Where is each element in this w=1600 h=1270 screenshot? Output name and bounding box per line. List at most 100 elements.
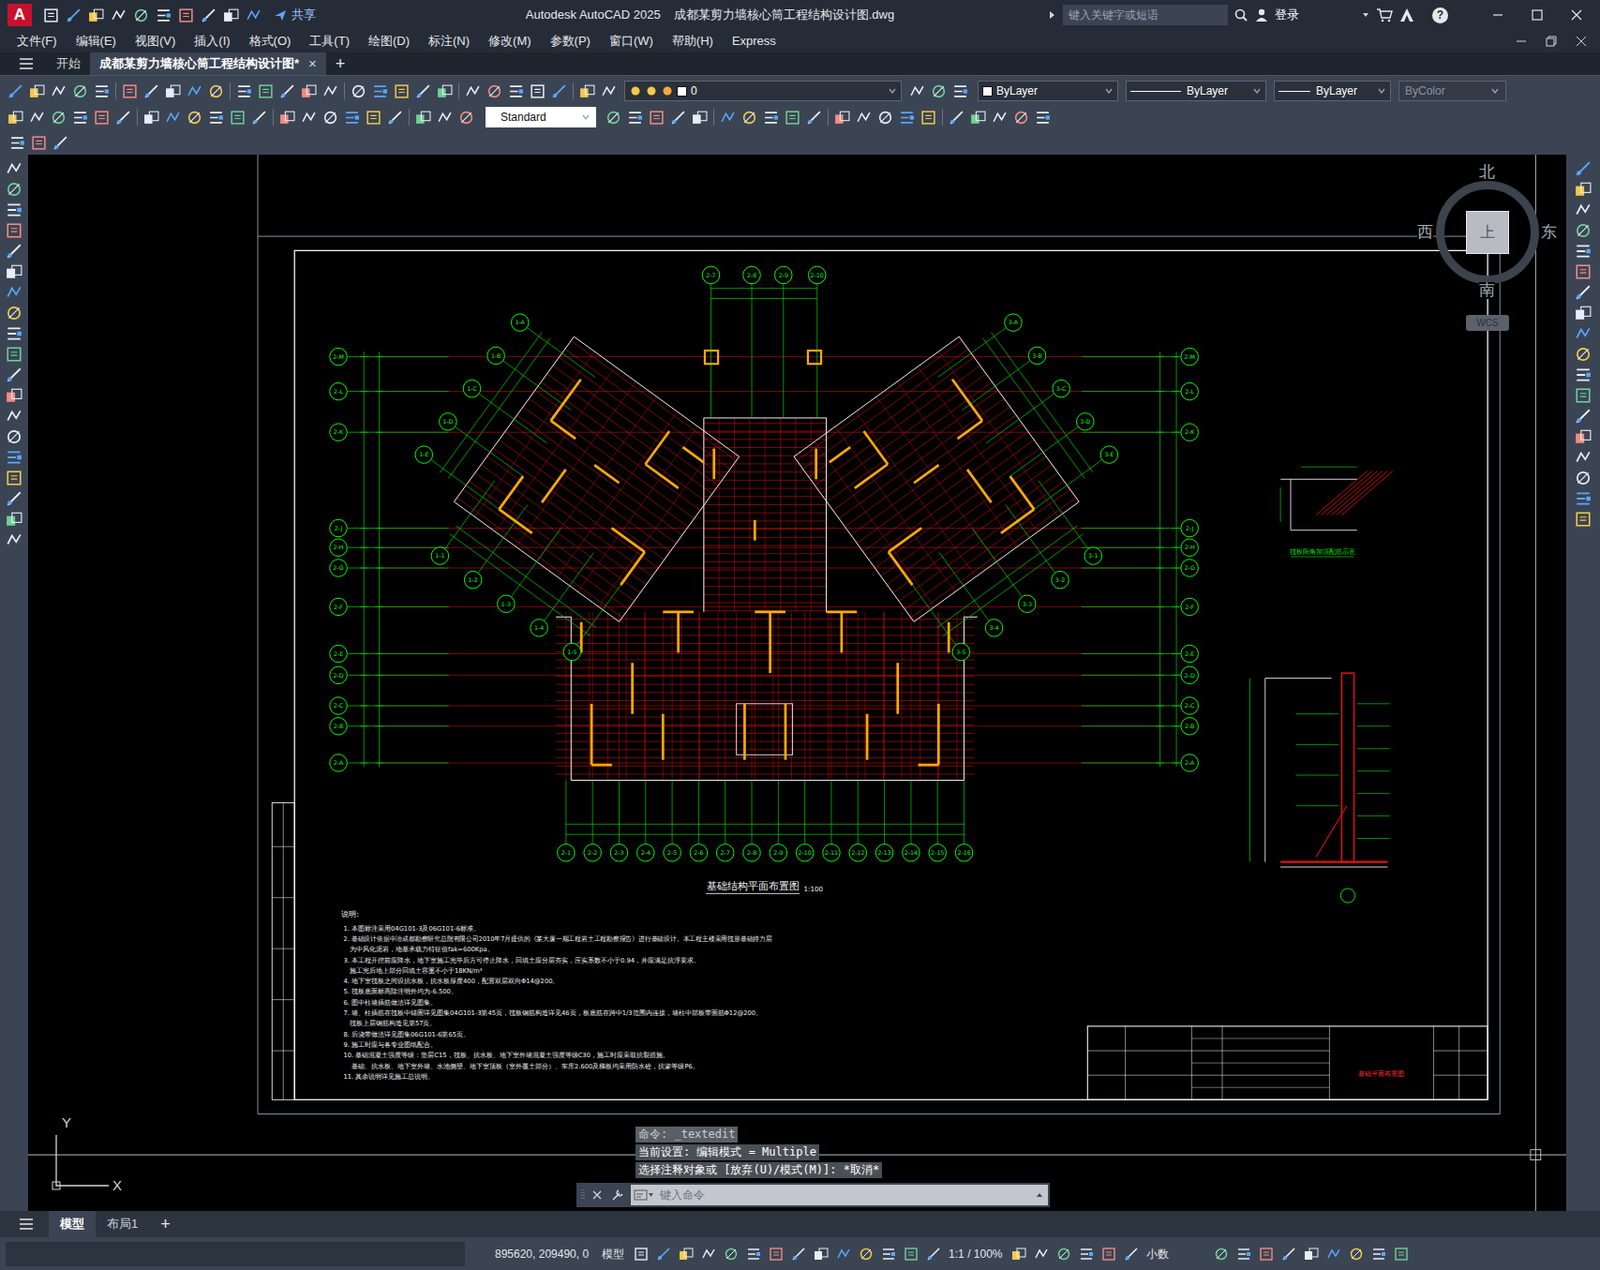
help-button[interactable]: ? xyxy=(1432,7,1449,24)
axis-bubble[interactable] xyxy=(689,844,708,863)
tool-icon[interactable] xyxy=(784,109,801,126)
tool-icon[interactable] xyxy=(741,109,758,126)
tool-icon[interactable] xyxy=(350,83,367,100)
tool-icon[interactable] xyxy=(648,109,665,126)
tool-icon[interactable] xyxy=(415,109,432,126)
tool-icon[interactable] xyxy=(143,83,160,100)
tool-icon[interactable] xyxy=(746,1246,762,1262)
axis-bubble[interactable] xyxy=(1076,413,1095,432)
tool-icon[interactable] xyxy=(1574,366,1592,384)
user-icon[interactable] xyxy=(1254,7,1270,23)
tool-icon[interactable] xyxy=(93,83,110,100)
chevron-icon[interactable] xyxy=(581,112,591,122)
tool-icon[interactable] xyxy=(926,1246,942,1262)
axis-bubble[interactable] xyxy=(563,642,582,661)
tool-icon[interactable] xyxy=(1574,448,1592,466)
close-command-icon[interactable] xyxy=(591,1189,603,1201)
history-up-icon[interactable] xyxy=(1034,1190,1045,1200)
axis-bubble[interactable] xyxy=(329,538,348,557)
tool-icon[interactable] xyxy=(5,345,23,363)
layer-dropdown[interactable]: 0 xyxy=(624,80,902,102)
grip-icon[interactable] xyxy=(580,1187,586,1203)
tool-icon[interactable] xyxy=(343,109,360,126)
axis-bubble[interactable] xyxy=(1181,717,1199,736)
axis-bubble[interactable] xyxy=(583,844,602,863)
tool-icon[interactable] xyxy=(1574,263,1592,281)
command-prompt-icon[interactable] xyxy=(633,1188,655,1202)
tool-icon[interactable] xyxy=(365,109,382,126)
tool-icon[interactable] xyxy=(1258,1246,1274,1262)
coordinates[interactable]: 895620, 209490, 0 xyxy=(494,1245,589,1263)
tool-icon[interactable] xyxy=(881,1246,897,1262)
search-field[interactable] xyxy=(1062,4,1228,26)
document-tab[interactable]: 成都某剪力墙核心筒工程结构设计图*× xyxy=(89,52,327,75)
tool-icon[interactable] xyxy=(72,83,89,100)
menu-item[interactable]: 标注(N) xyxy=(428,31,470,51)
new-tab-button[interactable]: + xyxy=(326,52,356,75)
menu-item[interactable]: 工具(T) xyxy=(309,31,350,51)
axis-bubble[interactable] xyxy=(928,844,947,863)
tool-icon[interactable] xyxy=(1326,1246,1342,1262)
tool-icon[interactable] xyxy=(93,109,110,126)
tool-icon[interactable] xyxy=(579,83,596,100)
doc-restore-icon[interactable] xyxy=(1545,35,1557,47)
tool-icon[interactable] xyxy=(257,83,274,100)
tool-icon[interactable] xyxy=(670,109,687,126)
chevron-icon[interactable] xyxy=(1252,86,1262,96)
cart-icon[interactable] xyxy=(1375,7,1393,23)
axis-bubble[interactable] xyxy=(1100,446,1119,464)
tool-icon[interactable] xyxy=(948,109,965,126)
tool-icon[interactable] xyxy=(5,263,23,281)
axis-bubble[interactable] xyxy=(743,266,762,285)
command-input[interactable] xyxy=(654,1185,1035,1205)
tool-icon[interactable] xyxy=(1011,1246,1027,1262)
tool-icon[interactable] xyxy=(898,109,915,126)
model-space-button[interactable]: 模型 xyxy=(601,1245,625,1263)
tool-icon[interactable] xyxy=(877,109,894,126)
tool-icon[interactable] xyxy=(1574,469,1592,487)
tool-icon[interactable] xyxy=(5,304,23,322)
tool-icon[interactable] xyxy=(300,109,317,126)
axis-bubble[interactable] xyxy=(637,844,656,863)
viewcube-face[interactable]: 上 xyxy=(1465,210,1510,255)
expand-icon[interactable] xyxy=(1047,9,1058,21)
tool-icon[interactable] xyxy=(7,109,24,126)
tool-icon[interactable] xyxy=(600,83,617,100)
tool-icon[interactable] xyxy=(486,83,503,100)
tool-icon[interactable] xyxy=(143,109,160,126)
tool-icon[interactable] xyxy=(30,134,47,151)
layout-tab[interactable]: 布局1 xyxy=(95,1211,150,1238)
axis-bubble[interactable] xyxy=(743,844,762,863)
tool-icon[interactable] xyxy=(768,1246,784,1262)
tool-icon[interactable] xyxy=(322,109,339,126)
tool-icon[interactable] xyxy=(723,1246,739,1262)
document-tab[interactable]: 开始 xyxy=(46,52,90,75)
compass-east[interactable]: 东 xyxy=(1540,224,1557,241)
axis-bubble[interactable] xyxy=(1181,666,1199,685)
chevron-icon[interactable] xyxy=(887,86,898,96)
share-button[interactable]: 共享 xyxy=(272,5,316,25)
color-dropdown[interactable]: ByLayer xyxy=(977,80,1119,102)
tool-icon[interactable] xyxy=(627,109,643,126)
tool-icon[interactable] xyxy=(991,109,1008,126)
tool-icon[interactable] xyxy=(836,1246,852,1262)
tab-close-button[interactable]: × xyxy=(308,53,317,75)
tool-icon[interactable] xyxy=(970,109,987,126)
tool-icon[interactable] xyxy=(701,1246,717,1262)
tool-icon[interactable] xyxy=(1574,222,1592,240)
tool-icon[interactable] xyxy=(279,109,296,126)
tool-icon[interactable] xyxy=(1213,1246,1229,1262)
axis-bubble[interactable] xyxy=(1084,547,1103,566)
menu-item[interactable]: 插入(I) xyxy=(194,31,230,51)
tool-icon[interactable] xyxy=(52,134,69,151)
tool-icon[interactable] xyxy=(5,387,23,404)
lineweight-dropdown[interactable]: ByLayer xyxy=(1273,80,1391,102)
tool-icon[interactable] xyxy=(834,109,851,126)
tool-icon[interactable] xyxy=(121,83,138,100)
tool-icon[interactable] xyxy=(458,109,475,126)
tool-icon[interactable] xyxy=(1013,109,1030,126)
tool-icon[interactable] xyxy=(719,109,736,126)
axis-bubble[interactable] xyxy=(329,717,348,736)
axis-bubble[interactable] xyxy=(329,559,348,578)
menu-item[interactable]: 文件(F) xyxy=(16,31,58,51)
